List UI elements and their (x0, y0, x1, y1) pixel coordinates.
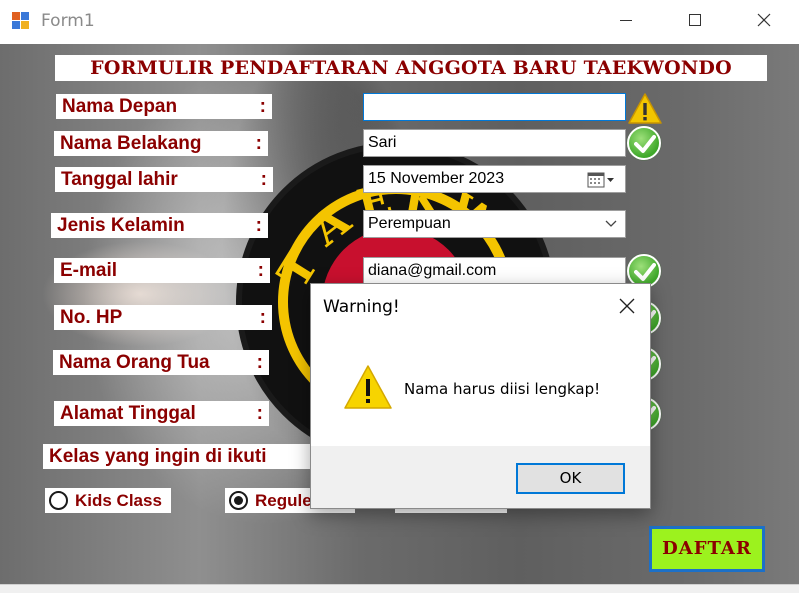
label-email: E-mail: (54, 258, 270, 283)
calendar-dropdown-icon[interactable] (587, 172, 615, 188)
close-icon (619, 298, 635, 314)
ok-button[interactable]: OK (516, 463, 625, 494)
dialog-footer: OK (311, 446, 650, 508)
nama-depan-input[interactable] (363, 93, 626, 121)
label-nama-depan: Nama Depan: (56, 94, 272, 119)
maximize-button[interactable] (672, 0, 718, 40)
email-input[interactable]: diana@gmail.com (363, 257, 626, 285)
dialog-close-button[interactable] (604, 284, 650, 328)
label-no-hp: No. HP: (54, 305, 272, 330)
dialog-message: Nama harus diisi lengkap! (404, 380, 601, 398)
label-nama-orang-tua: Nama Orang Tua: (53, 350, 269, 375)
window-bottom-edge (0, 584, 799, 593)
winforms-app-icon (12, 12, 30, 30)
warning-icon (344, 365, 392, 409)
close-icon (757, 13, 771, 27)
form-title: FORMULIR PENDAFTARAN ANGGOTA BARU TAEKWO… (55, 55, 767, 81)
tanggal-lahir-datepicker[interactable]: 15 November 2023 (363, 165, 626, 193)
tanggal-lahir-value: 15 November 2023 (368, 170, 505, 187)
radio-indicator-selected (229, 491, 248, 510)
label-tanggal-lahir: Tanggal lahir: (55, 167, 273, 192)
chevron-down-icon[interactable] (605, 220, 617, 228)
label-alamat-tinggal: Alamat Tinggal: (54, 401, 269, 426)
window-title: Form1 (41, 11, 95, 31)
maximize-icon (689, 14, 701, 26)
radio-indicator (49, 491, 68, 510)
label-kelas: Kelas yang ingin di ikuti (43, 444, 311, 469)
jenis-kelamin-value: Perempuan (368, 215, 451, 232)
minimize-button[interactable] (603, 0, 649, 40)
minimize-icon (620, 20, 632, 21)
radio-kids-class[interactable]: Kids Class (45, 488, 171, 513)
check-valid-icon (627, 126, 661, 160)
dialog-title: Warning! (323, 297, 400, 317)
label-nama-belakang: Nama Belakang: (54, 131, 268, 156)
nama-belakang-input[interactable]: Sari (363, 129, 626, 157)
label-jenis-kelamin: Jenis Kelamin: (51, 213, 268, 238)
window-titlebar: Form1 (0, 0, 799, 44)
warning-dialog: Warning! Nama harus diisi lengkap! OK (310, 283, 651, 509)
close-button[interactable] (741, 0, 787, 40)
jenis-kelamin-combobox[interactable]: Perempuan (363, 210, 626, 238)
daftar-button[interactable]: DAFTAR (649, 526, 765, 572)
warning-icon (628, 93, 662, 124)
